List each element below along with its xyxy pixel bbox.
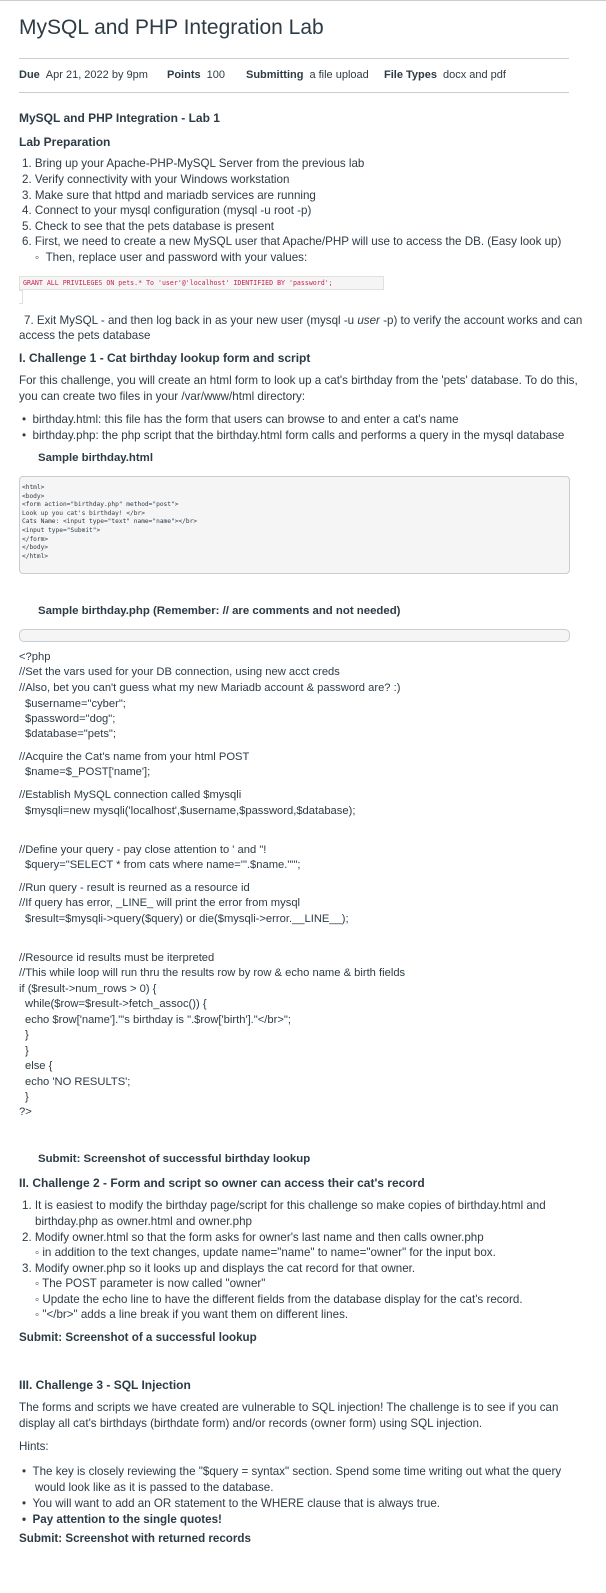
- hint-item: would look like as it is passed to the d…: [35, 1481, 274, 1494]
- challenge-2-heading: II. Challenge 2 - Form and script so own…: [19, 1176, 425, 1190]
- code-line: else {: [25, 1060, 53, 1072]
- list-item: 3. Modify owner.php so it looks up and d…: [22, 1262, 416, 1275]
- hint-item: • You will want to add an OR statement t…: [22, 1497, 440, 1510]
- grant-code-block: GRANT ALL PRIVILEGES ON pets.* To 'user'…: [19, 276, 384, 290]
- code-line: //Acquire the Cat's name from your html …: [19, 751, 250, 763]
- code-line: }: [25, 1091, 29, 1103]
- code-line: while($row=$result->fetch_assoc()) {: [25, 998, 207, 1010]
- list-item: ◦ in addition to the text changes, updat…: [35, 1246, 496, 1259]
- list-item: ◦ "</br>" adds a line break if you want …: [35, 1308, 349, 1321]
- hint-item: • Pay attention to the single quotes!: [22, 1513, 222, 1526]
- challenge-1-intro: For this challenge, you will create an h…: [19, 374, 578, 387]
- code-line: $result=$mysqli->query($query) or die($m…: [25, 913, 349, 925]
- bullet-icon: •: [22, 429, 33, 442]
- list-item: 2. Verify connectivity with your Windows…: [22, 173, 290, 186]
- code-line: $query="SELECT * from cats where name='"…: [25, 859, 301, 871]
- step-7: 7. Exit MySQL - and then log back in as …: [24, 314, 583, 327]
- sample-php-heading: Sample birthday.php (Remember: // are co…: [38, 605, 401, 617]
- challenge-3-heading: III. Challenge 3 - SQL Injection: [19, 1378, 191, 1392]
- list-item: • birthday.html: this file has the form …: [22, 413, 459, 426]
- bullet-icon: •: [22, 1497, 33, 1510]
- code-line: ?>: [19, 1106, 32, 1118]
- code-line: //If query has error, _LINE_ will print …: [19, 897, 301, 909]
- code-line: $mysqli=new mysqli('localhost',$username…: [25, 805, 356, 817]
- code-caret: [19, 290, 23, 304]
- list-item: 4. Connect to your mysql configuration (…: [22, 204, 312, 217]
- due-detail: Due Apr 21, 2022 by 9pm: [19, 69, 148, 81]
- lab-heading: MySQL and PHP Integration - Lab 1: [19, 111, 220, 125]
- challenge-3-intro: The forms and scripts we have created ar…: [19, 1401, 559, 1414]
- list-item: birthday.php as owner.html and owner.php: [35, 1215, 252, 1228]
- code-line: $name=$_POST['name'];: [25, 766, 151, 778]
- challenge-1-intro-2: you can create two files in your /var/ww…: [19, 390, 306, 403]
- filetypes-detail: File Types docx and pdf: [384, 69, 506, 81]
- list-item: • birthday.php: the php script that the …: [22, 429, 565, 442]
- submitting-detail: Submitting a file upload: [246, 69, 369, 81]
- sample-html-code: <html> <body> <form action="birthday.php…: [22, 484, 198, 560]
- step-7-continued: access the pets database: [19, 329, 151, 342]
- code-line: }: [25, 1029, 29, 1041]
- bullet-icon: •: [22, 1513, 33, 1526]
- code-line: if ($result->num_rows > 0) {: [19, 983, 157, 995]
- bullet-icon: •: [22, 1465, 33, 1478]
- code-line: $database="pets";: [25, 728, 116, 740]
- code-line: //Resource id results must be iterpreted: [19, 952, 215, 964]
- list-item: 1. It is easiest to modify the birthday …: [22, 1199, 546, 1212]
- sample-html-heading: Sample birthday.html: [38, 452, 153, 464]
- code-line: //Run query - result is reurned as a res…: [19, 882, 250, 894]
- list-item: 6. First, we need to create a new MySQL …: [22, 235, 562, 248]
- challenge-1-heading: I. Challenge 1 - Cat birthday lookup for…: [19, 351, 311, 365]
- list-item: 5. Check to see that the pets database i…: [22, 220, 274, 233]
- page-title: MySQL and PHP Integration Lab: [19, 16, 324, 39]
- empty-code-box: [19, 629, 570, 642]
- top-border: [0, 0, 606, 1]
- list-item: 3. Make sure that httpd and mariadb serv…: [22, 189, 316, 202]
- list-item: ◦ Then, replace user and password with y…: [35, 251, 308, 264]
- bullet-icon: •: [22, 413, 33, 426]
- circle-bullet-icon: ◦: [35, 251, 46, 264]
- list-item: 2. Modify owner.html so that the form as…: [22, 1231, 484, 1244]
- code-line: //Establish MySQL connection called $mys…: [19, 789, 242, 801]
- hints-label: Hints:: [19, 1440, 49, 1453]
- assignment-details-bar: Due Apr 21, 2022 by 9pm Points 100 Submitt…: [19, 58, 569, 93]
- submit-2: Submit: Screenshot of a successful looku…: [19, 1331, 257, 1344]
- list-item: 1. Bring up your Apache-PHP-MySQL Server…: [22, 157, 365, 170]
- code-line: //Also, bet you can't guess what my new …: [19, 682, 401, 694]
- code-line: //This while loop will run thru the resu…: [19, 967, 406, 979]
- code-line: $password="dog";: [25, 713, 116, 725]
- code-line: <?php: [19, 651, 51, 663]
- code-line: echo $row['name']."'s birthday is ".$row…: [25, 1014, 291, 1026]
- hint-item: • The key is closely reviewing the "$que…: [22, 1465, 562, 1478]
- submit-1: Submit: Screenshot of successful birthda…: [38, 1153, 311, 1165]
- prep-heading: Lab Preparation: [19, 135, 111, 149]
- code-line: $username="cyber";: [25, 698, 126, 710]
- code-line: //Set the vars used for your DB connecti…: [19, 666, 340, 678]
- submit-3: Submit: Screenshot with returned records: [19, 1532, 251, 1545]
- code-line: //Define your query - pay close attentio…: [19, 844, 267, 856]
- code-line: echo 'NO RESULTS';: [25, 1076, 131, 1088]
- code-line: }: [25, 1045, 29, 1057]
- points-detail: Points 100: [167, 69, 225, 81]
- list-item: ◦ Update the echo line to have the diffe…: [35, 1293, 523, 1306]
- list-item: ◦ The POST parameter is now called "owne…: [35, 1277, 266, 1290]
- challenge-3-intro-2: display all cat's birthdays (birthdate f…: [19, 1417, 483, 1430]
